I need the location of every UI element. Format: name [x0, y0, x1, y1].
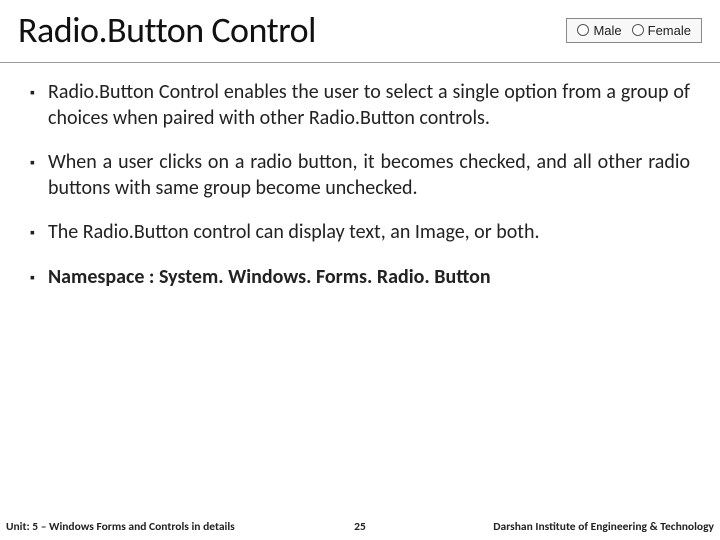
radio-option-female: Female: [632, 23, 691, 38]
bullet-text: Radio.Button Control enables the user to…: [48, 79, 690, 131]
bullet-item: ▪ When a user clicks on a radio button, …: [30, 149, 690, 201]
radio-circle-icon: [577, 24, 589, 36]
footer-page-number: 25: [325, 520, 395, 534]
bullet-item: ▪ The Radio.Button control can display t…: [30, 219, 690, 246]
slide-title: Radio.Button Control: [18, 8, 316, 52]
bullet-icon: ▪: [30, 219, 48, 246]
radio-circle-icon: [632, 24, 644, 36]
bullet-item: ▪ Namespace : System. Windows. Forms. Ra…: [30, 264, 690, 291]
footer-unit: Unit: 5 – Windows Forms and Controls in …: [6, 520, 325, 534]
bullet-icon: ▪: [30, 149, 48, 201]
bullet-item: ▪ Radio.Button Control enables the user …: [30, 79, 690, 131]
bullet-prefix: Namespace: [48, 265, 144, 289]
bullet-icon: ▪: [30, 264, 48, 291]
bullet-text: When a user clicks on a radio button, it…: [48, 149, 690, 201]
bullet-icon: ▪: [30, 79, 48, 131]
slide-footer: Unit: 5 – Windows Forms and Controls in …: [0, 514, 720, 540]
radio-demo-image: Male Female: [566, 18, 702, 43]
radio-label: Male: [593, 23, 621, 38]
radio-label: Female: [648, 23, 691, 38]
bullet-text: The Radio.Button control can display tex…: [48, 219, 690, 246]
footer-institute: Darshan Institute of Engineering & Techn…: [395, 520, 714, 534]
slide-content: ▪ Radio.Button Control enables the user …: [0, 63, 720, 291]
slide-header: Radio.Button Control Male Female: [0, 0, 720, 63]
radio-option-male: Male: [577, 23, 621, 38]
bullet-text: Namespace : System. Windows. Forms. Radi…: [48, 264, 690, 291]
bullet-rest: : System. Windows. Forms. Radio. Button: [144, 265, 490, 289]
